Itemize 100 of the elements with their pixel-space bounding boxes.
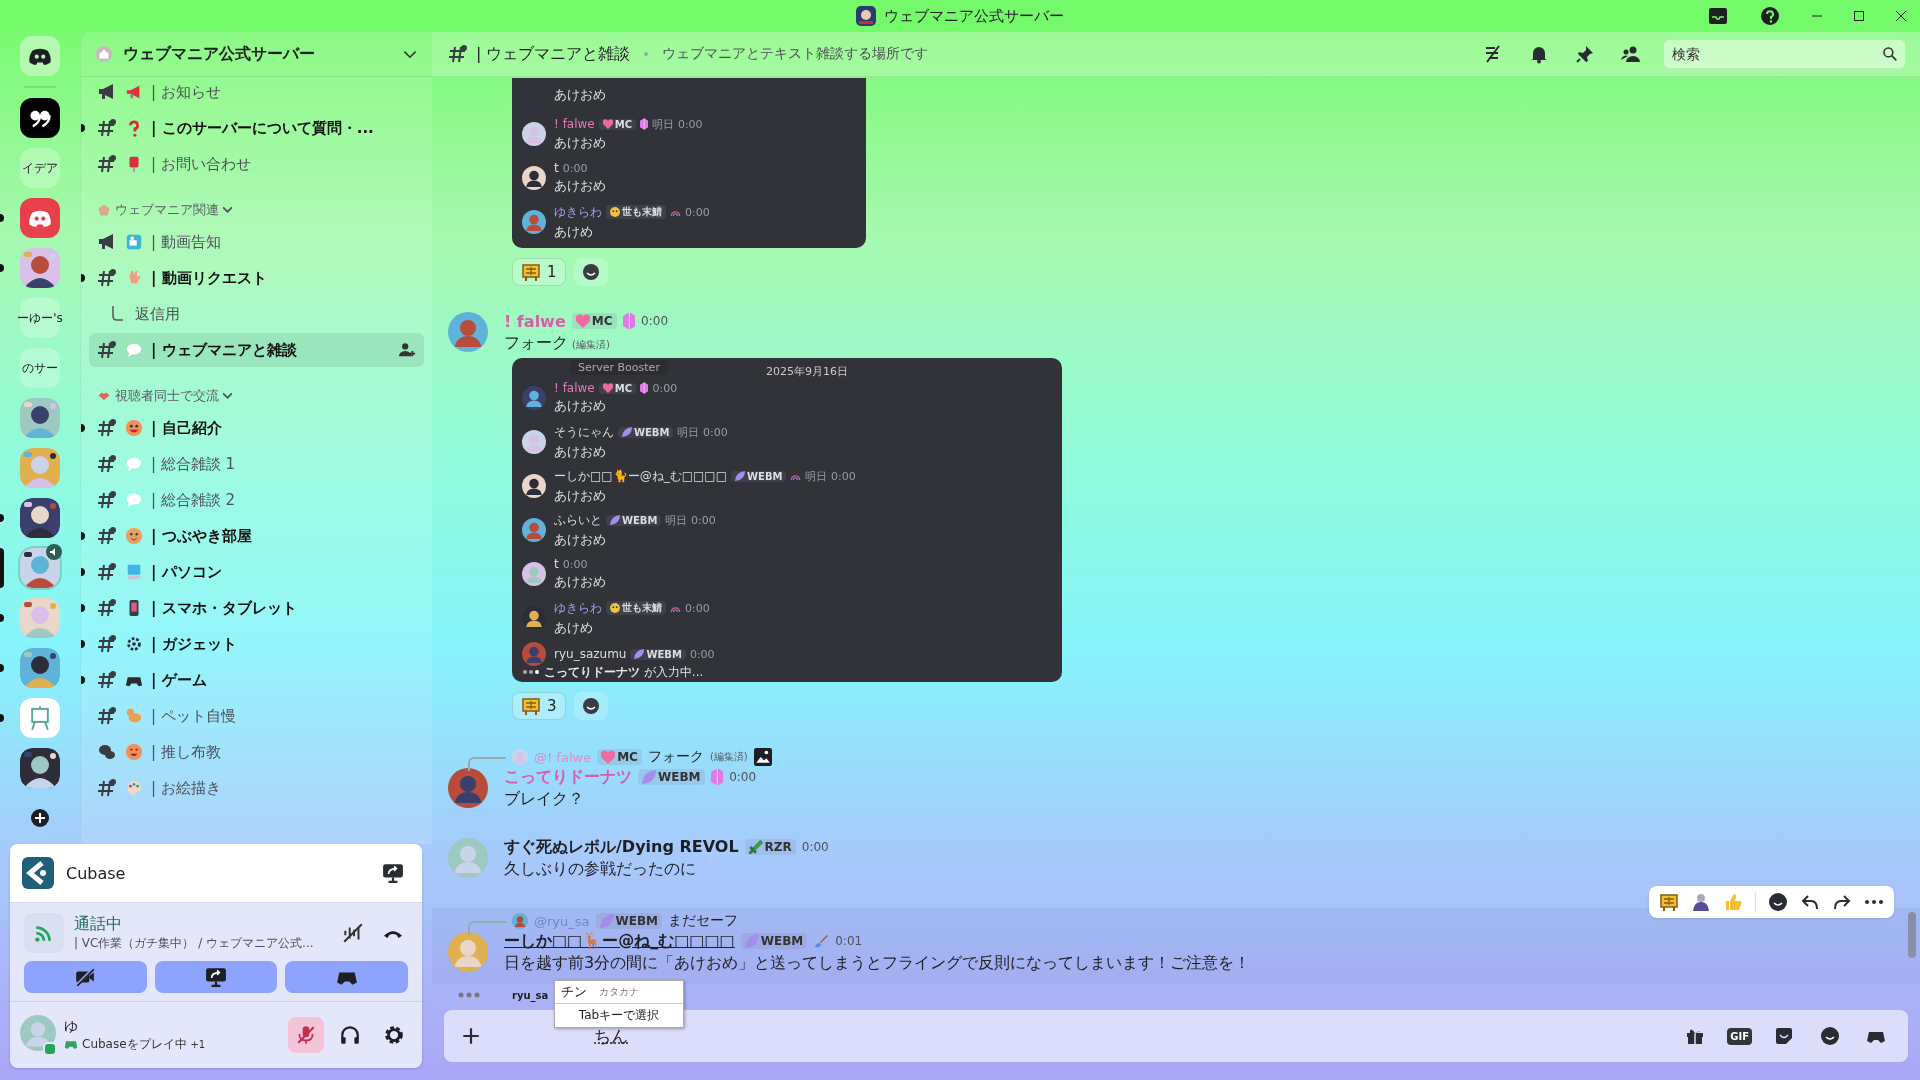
search-icon [1882, 46, 1898, 62]
message-text: あけおめ [554, 177, 606, 195]
tag-label: 世も末鯖 [622, 601, 662, 615]
thread-item[interactable]: 返信用 [89, 297, 424, 331]
channel-item[interactable]: | ペット自慢 [89, 699, 424, 733]
reply-text[interactable]: まだセーフ [668, 912, 739, 930]
category-name[interactable]: ウェブマニア関連 [115, 201, 219, 219]
chevron-icon[interactable] [223, 393, 232, 399]
timestamp: 0:00 [685, 205, 710, 219]
avatar [522, 642, 546, 666]
mic-button[interactable] [288, 1017, 324, 1053]
message-field[interactable]: ちん [498, 1025, 1670, 1047]
reply-icon [1800, 892, 1820, 912]
channel-item[interactable]: | 動画告知 [89, 225, 424, 259]
voice-status: 通話中 [74, 914, 123, 935]
channel-item[interactable]: | このサーバーについて質問・... [89, 111, 424, 145]
settings-icon [383, 1024, 405, 1046]
typing-indicator: こってりドーナツ が入力中... [544, 663, 704, 681]
forum-icon [97, 742, 117, 762]
pentagon-icon [97, 203, 111, 217]
avatar [522, 430, 546, 454]
hash-icon [97, 706, 117, 726]
channel-item[interactable]: | お知らせ [89, 75, 424, 109]
scrollbar-thumb[interactable] [1908, 912, 1916, 958]
channel-item[interactable]: | パソコン [89, 555, 424, 589]
hash-icon [97, 268, 117, 288]
channel-item[interactable]: | お問い合わせ [89, 147, 424, 181]
channel-item[interactable]: | 動画リクエスト [89, 261, 424, 295]
avatar [522, 386, 546, 410]
smiley-icon [581, 263, 600, 281]
tag-label: RZR [764, 840, 792, 854]
channel-item[interactable]: | 推し布教 [89, 735, 424, 769]
smiley-icon [610, 603, 620, 613]
hash-icon [97, 634, 117, 654]
camera-icon [125, 233, 143, 251]
voice-channel[interactable]: | VC作業（ガチ集中） / ウェブマニア公式... [74, 935, 328, 952]
timestamp: 明日 0:00 [652, 116, 703, 132]
mic-muted-icon [295, 1024, 317, 1046]
gif-button[interactable]: GIF [1727, 1027, 1752, 1045]
leaf-icon [642, 770, 656, 784]
channel-item[interactable]: | つぶやき部屋 [89, 519, 424, 553]
timestamp: 明日 0:00 [665, 512, 716, 528]
reaction-button[interactable]: 1 [512, 258, 566, 286]
tag-label: 世も末鯖 [622, 205, 662, 219]
channel-item[interactable]: | 自己紹介 [89, 411, 424, 445]
avatar [522, 562, 546, 586]
channel-item[interactable]: | スマホ・タブレット [89, 591, 424, 625]
camera-button[interactable] [24, 961, 147, 993]
tag-label: WEBM [622, 514, 658, 526]
author-name[interactable]: ーしか□□🦌ー@ね_む□□□□ [504, 930, 735, 952]
maximize-icon [1854, 11, 1864, 21]
server-icon[interactable]: のサー [20, 348, 60, 388]
category-name[interactable]: 視聴者同士で交流 [115, 387, 219, 405]
tag-label: WEBM [615, 914, 659, 928]
screen-share-icon [205, 966, 227, 988]
hash-icon [97, 454, 117, 474]
add-reaction-button[interactable] [573, 692, 608, 720]
channel-item[interactable]: | ゲーム [89, 663, 424, 697]
leaf-icon [634, 649, 645, 659]
gift-icon [1685, 1026, 1706, 1046]
screen-share-icon [382, 862, 404, 884]
timestamp: 0:00 [729, 770, 757, 784]
add-reaction-button[interactable] [573, 258, 608, 286]
add-member-icon[interactable] [398, 341, 416, 359]
home-button[interactable] [20, 36, 60, 76]
phone-hangup-icon [382, 928, 404, 938]
chevron-icon[interactable] [223, 207, 232, 213]
ime-candidate[interactable]: チン [561, 983, 587, 1001]
heart-icon [601, 750, 616, 764]
server-icon[interactable] [20, 98, 60, 138]
server-header[interactable]: ウェブマニア公式サーバー [81, 32, 432, 77]
thread-line-icon [111, 306, 125, 322]
message-text: あけおめ [554, 397, 607, 415]
channel-item[interactable]: | お絵描き [89, 771, 424, 805]
threads-icon [1483, 44, 1503, 64]
plus-icon [30, 808, 50, 828]
reaction-button[interactable]: 3 [512, 692, 566, 720]
channel-item[interactable]: | 総合雑談 1 [89, 447, 424, 481]
activity-button[interactable] [285, 961, 408, 993]
author-name: ーしか□□🐈ー@ね_む□□□□ [554, 467, 728, 485]
screen-share-button[interactable] [154, 961, 278, 993]
timestamp: 0:00 [685, 601, 710, 615]
palette-icon [125, 779, 143, 797]
server-icon[interactable]: イデア [20, 148, 60, 188]
channel-item[interactable]: | ガジェット [89, 627, 424, 661]
avatar [512, 913, 528, 929]
author-name: ! falwe [554, 117, 595, 131]
members-icon [1621, 44, 1641, 64]
channel-item[interactable]: | ウェブマニアと雑談 [89, 333, 424, 367]
reply-text[interactable]: フォーク [647, 748, 704, 766]
ime-hint: Tabキーで選択 [577, 1007, 661, 1024]
typing-dots-icon [522, 668, 540, 676]
leaf-icon [744, 934, 759, 948]
author-name: ゆきらわ [554, 203, 602, 221]
speech-bubble-icon [125, 455, 143, 473]
channel-item[interactable]: | 総合雑談 2 [89, 483, 424, 517]
app-icon [22, 857, 54, 889]
server-icon[interactable]: ーゆー's [20, 298, 60, 338]
message-text: あけめ [554, 618, 594, 637]
author-name[interactable]: すぐ死ぬレボル/Dying REVOL [504, 836, 739, 858]
